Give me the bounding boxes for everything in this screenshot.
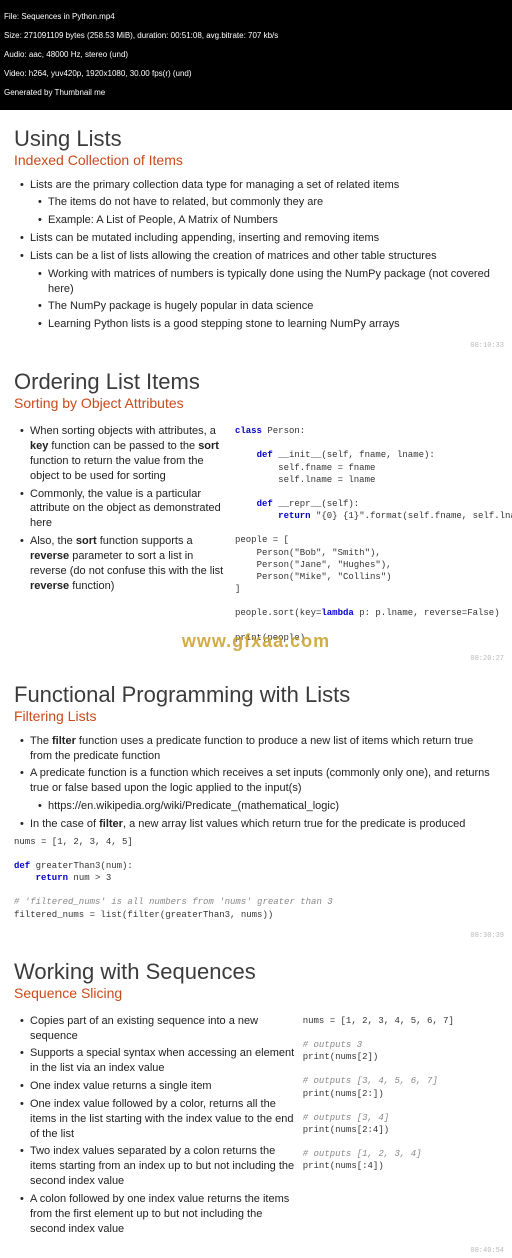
bullet-item: Learning Python lists is a good stepping…: [38, 317, 498, 332]
slide-title: Using Lists: [14, 126, 498, 152]
bullet-item: Lists are the primary collection data ty…: [20, 178, 498, 229]
slide-sequence-slicing: Working with Sequences Sequence Slicing …: [0, 943, 512, 1258]
bullet-item: The NumPy package is hugely popular in d…: [38, 299, 498, 314]
bullet-item: The filter function uses a predicate fun…: [20, 734, 498, 764]
timestamp: 00:30:39: [470, 932, 504, 940]
slide-subtitle: Sequence Slicing: [14, 985, 498, 1001]
bullet-list: When sorting objects with attributes, a …: [20, 424, 227, 593]
bullet-item: Also, the sort function supports a rever…: [20, 534, 227, 593]
timestamp: 00:40:54: [470, 1247, 504, 1255]
bullet-sublist: Working with matrices of numbers is typi…: [38, 267, 498, 332]
slide-using-lists: Using Lists Indexed Collection of Items …: [0, 110, 512, 354]
meta-file: File: Sequences in Python.mp4: [4, 12, 508, 22]
bullet-item: Lists can be a list of lists allowing th…: [20, 249, 498, 332]
bullet-item: In the case of filter, a new array list …: [20, 817, 498, 832]
bullet-list: Copies part of an existing sequence into…: [20, 1014, 295, 1237]
slide-subtitle: Filtering Lists: [14, 708, 498, 724]
slide-title: Functional Programming with Lists: [14, 682, 498, 708]
slide-subtitle: Indexed Collection of Items: [14, 152, 498, 168]
slide-ordering-list-items: Ordering List Items Sorting by Object At…: [0, 353, 512, 666]
bullet-item: One index value followed by a color, ret…: [20, 1097, 295, 1142]
meta-generator: Generated by Thumbnail me: [4, 88, 508, 98]
video-metadata-header: File: Sequences in Python.mp4 Size: 2710…: [0, 0, 512, 110]
slide-subtitle: Sorting by Object Attributes: [14, 395, 498, 411]
bullet-list: The filter function uses a predicate fun…: [20, 734, 498, 832]
slide-title: Ordering List Items: [14, 369, 498, 395]
bullet-item: Example: A List of People, A Matrix of N…: [38, 213, 498, 228]
bullet-item: Working with matrices of numbers is typi…: [38, 267, 498, 297]
bullet-item: Lists can be mutated including appending…: [20, 231, 498, 246]
bullet-item: A colon followed by one index value retu…: [20, 1192, 295, 1237]
bullet-item: https://en.wikipedia.org/wiki/Predicate_…: [38, 799, 498, 814]
bullet-item: A predicate function is a function which…: [20, 766, 498, 814]
meta-size: Size: 271091109 bytes (258.53 MiB), dura…: [4, 31, 508, 41]
bullet-item: When sorting objects with attributes, a …: [20, 424, 227, 483]
bullet-list: Lists are the primary collection data ty…: [20, 178, 498, 333]
code-block: nums = [1, 2, 3, 4, 5] def greaterThan3(…: [14, 836, 498, 921]
bullet-item: Two index values separated by a colon re…: [20, 1144, 295, 1189]
slide-functional-programming: Functional Programming with Lists Filter…: [0, 666, 512, 943]
slide-title: Working with Sequences: [14, 959, 498, 985]
code-block: class Person: def __init__(self, fname, …: [235, 425, 512, 644]
bullet-item: Supports a special syntax when accessing…: [20, 1046, 295, 1076]
bullet-item: Copies part of an existing sequence into…: [20, 1014, 295, 1044]
code-block: nums = [1, 2, 3, 4, 5, 6, 7] # outputs 3…: [303, 1015, 498, 1173]
meta-audio: Audio: aac, 48000 Hz, stereo (und): [4, 50, 508, 60]
meta-video: Video: h264, yuv420p, 1920x1080, 30.00 f…: [4, 69, 508, 79]
bullet-sublist: https://en.wikipedia.org/wiki/Predicate_…: [38, 799, 498, 814]
timestamp: 00:20:27: [470, 655, 504, 663]
bullet-item: Commonly, the value is a particular attr…: [20, 487, 227, 532]
bullet-item: One index value returns a single item: [20, 1079, 295, 1094]
bullet-sublist: The items do not have to related, but co…: [38, 195, 498, 228]
bullet-item: The items do not have to related, but co…: [38, 195, 498, 210]
timestamp: 00:10:33: [470, 342, 504, 350]
